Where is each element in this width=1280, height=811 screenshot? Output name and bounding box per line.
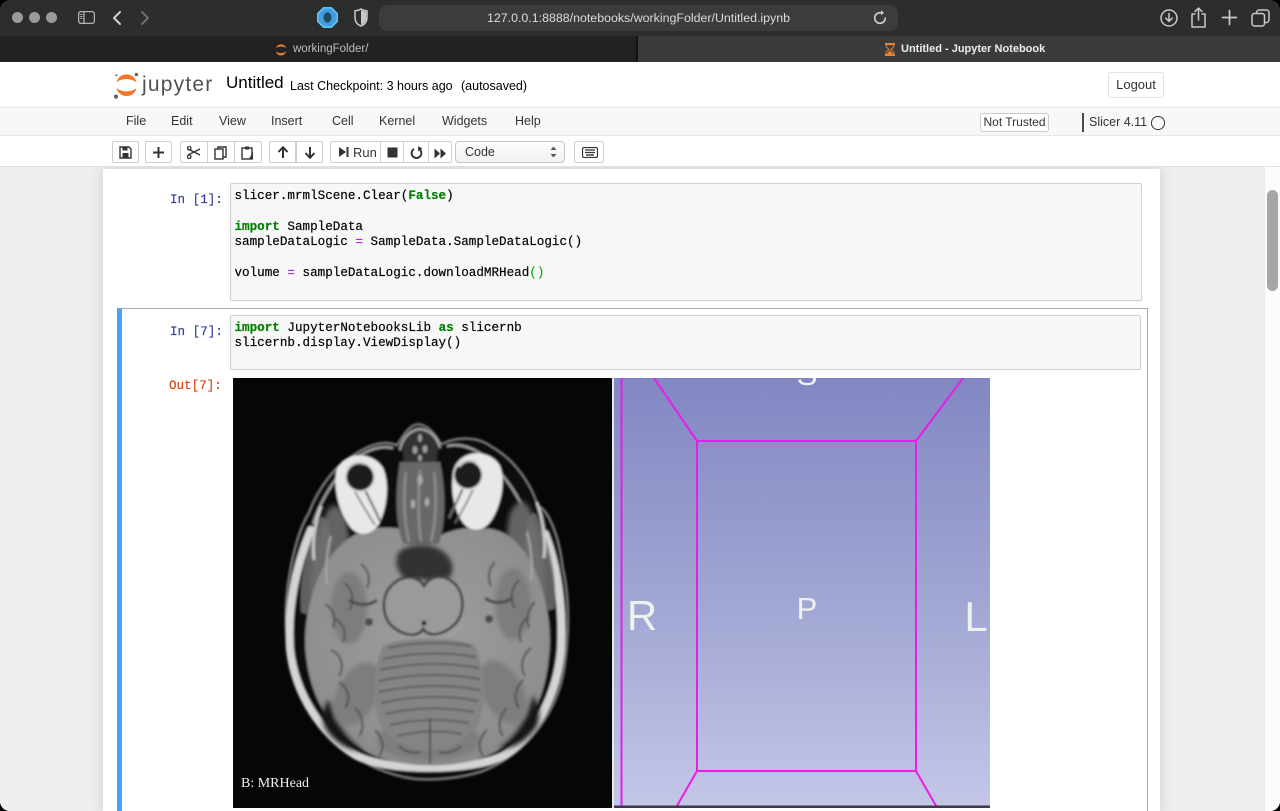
svg-text:S: S [797, 378, 818, 392]
svg-text:P: P [797, 591, 818, 626]
svg-text:B: MRHead: B: MRHead [241, 776, 309, 791]
svg-text:L: L [964, 593, 987, 640]
svg-text:R: R [627, 592, 657, 639]
